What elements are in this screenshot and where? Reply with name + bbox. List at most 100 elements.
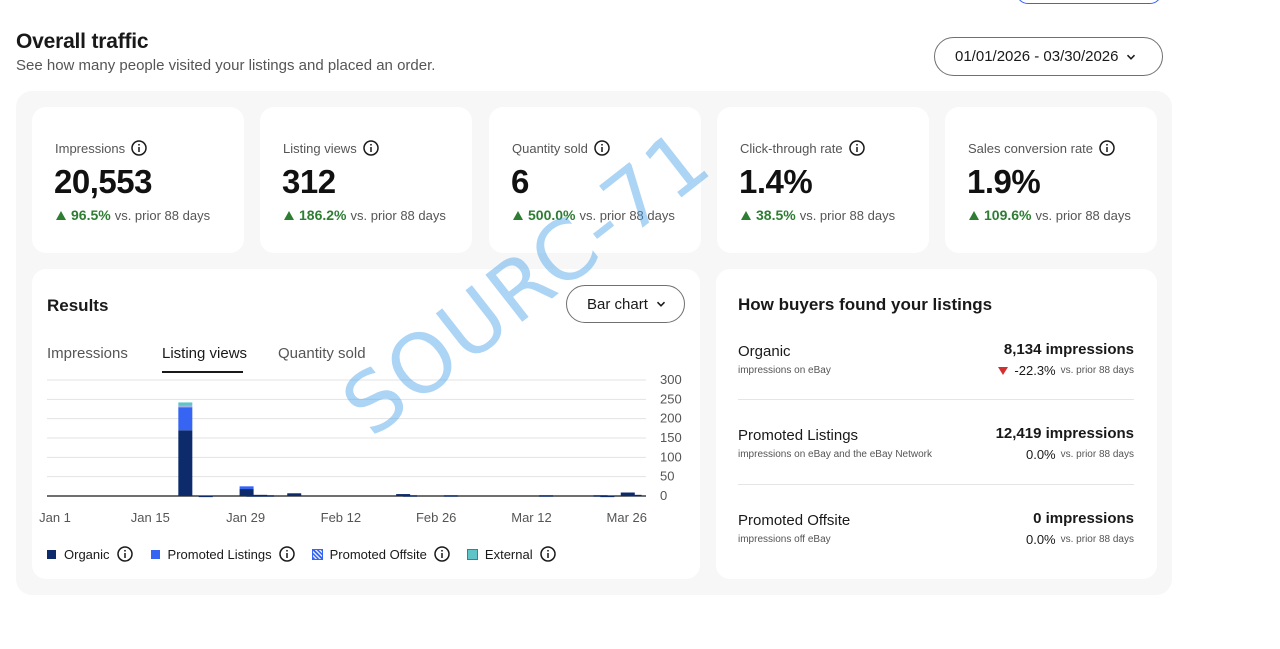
chart-type-label: Bar chart: [587, 295, 648, 313]
legend-swatch: [47, 549, 56, 559]
metric-card-click-through-rate: Click-through rate 1.4% 38.5% vs. prior …: [717, 107, 929, 253]
arrow-up-icon: [56, 210, 66, 220]
bar-segment[interactable]: [443, 495, 458, 497]
bar-segment[interactable]: [539, 495, 554, 497]
page-subtitle: See how many people visited your listing…: [16, 57, 436, 74]
tab-listing-views[interactable]: Listing views: [162, 345, 247, 362]
legend-swatch: [150, 549, 160, 559]
arrow-up-icon: [513, 210, 523, 220]
y-tick-label: 100: [660, 449, 682, 464]
metric-value: 6: [511, 163, 529, 200]
info-icon[interactable]: [278, 546, 295, 562]
metric-label: Click-through rate: [740, 140, 843, 156]
bar-segment[interactable]: [402, 495, 417, 497]
y-tick-label: 250: [660, 391, 682, 406]
source-name: Organic: [738, 343, 791, 360]
metric-compare: vs. prior 88 days: [1035, 207, 1131, 223]
legend-label: Promoted Offsite: [329, 546, 427, 562]
info-icon[interactable]: [539, 546, 556, 562]
metric-change-pct: 186.2%: [299, 207, 347, 223]
arrow-up-icon: [741, 210, 751, 220]
date-range-label: 01/01/2026 - 03/30/2026: [955, 48, 1119, 65]
source-impressions: 0 impressions: [1033, 510, 1134, 527]
tab-quantity-sold[interactable]: Quantity sold: [278, 345, 366, 362]
metric-compare: vs. prior 88 days: [799, 207, 896, 223]
x-tick-label: Jan 15: [131, 510, 170, 525]
x-tick-label: Mar 12: [511, 510, 551, 525]
bar-segment[interactable]: [287, 493, 302, 496]
bar-segment[interactable]: [627, 494, 642, 497]
metric-change: 109.6% vs. prior 88 days: [969, 207, 1131, 223]
bar-segment[interactable]: [239, 486, 254, 490]
metric-change-pct: 38.5%: [756, 207, 796, 223]
divider: [738, 484, 1134, 485]
metric-change-pct: 96.5%: [71, 207, 111, 223]
y-tick-label: 300: [660, 372, 682, 387]
metric-compare: vs. prior 88 days: [114, 207, 211, 223]
page-title: Overall traffic: [16, 30, 149, 53]
source-change: 0.0% vs. prior 88 days: [1026, 532, 1134, 547]
legend-item-promoted-listings[interactable]: Promoted Listings: [150, 546, 295, 562]
results-card: Results Bar chart Impressions Listing vi…: [32, 269, 700, 579]
legend-label: Organic: [64, 546, 110, 562]
metric-label: Sales conversion rate: [968, 140, 1094, 156]
tab-impressions[interactable]: Impressions: [47, 345, 128, 362]
source-compare: vs. prior 88 days: [1060, 534, 1134, 545]
info-icon[interactable]: [848, 140, 865, 156]
info-icon[interactable]: [116, 546, 133, 562]
info-icon[interactable]: [434, 546, 450, 562]
bar-segment[interactable]: [178, 430, 193, 496]
top-action-button[interactable]: [1016, 0, 1162, 4]
metric-card-sales-conversion-rate: Sales conversion rate 1.9% 109.6% vs. pr…: [945, 107, 1157, 253]
source-change: 0.0% vs. prior 88 days: [1026, 447, 1134, 462]
y-tick-label: 50: [660, 469, 674, 484]
info-icon[interactable]: [1099, 140, 1115, 156]
x-tick-label: Feb 12: [321, 510, 361, 525]
source-compare: vs. prior 88 days: [1060, 365, 1134, 376]
metric-card-impressions: Impressions 20,553 96.5% vs. prior 88 da…: [32, 107, 244, 253]
metric-compare: vs. prior 88 days: [579, 207, 675, 223]
source-impressions: 12,419 impressions: [995, 425, 1134, 442]
legend-item-promoted-offsite[interactable]: Promoted Offsite: [311, 546, 450, 562]
source-name: Promoted Listings: [738, 427, 859, 444]
x-tick-label: Feb 26: [416, 510, 456, 525]
legend-item-organic[interactable]: Organic: [47, 546, 133, 562]
metric-value: 1.4%: [739, 163, 813, 200]
date-range-button[interactable]: 01/01/2026 - 03/30/2026: [934, 37, 1163, 76]
bar-segment[interactable]: [178, 405, 193, 408]
chart-legend: Organic Promoted Listings Promoted Offsi…: [47, 546, 574, 562]
bar-segment[interactable]: [260, 495, 275, 497]
metric-card-listing-views: Listing views 312 186.2% vs. prior 88 da…: [260, 107, 472, 253]
legend-swatch: [466, 548, 478, 560]
metric-label: Quantity sold: [512, 140, 588, 156]
arrow-up-icon: [284, 210, 294, 220]
y-tick-label: 150: [660, 430, 682, 445]
legend-swatch: [311, 548, 323, 560]
source-row-promoted-offsite: Promoted Offsite impressions off eBay 0 …: [738, 510, 1134, 596]
source-change-value: -22.3%: [1014, 363, 1056, 378]
info-icon[interactable]: [594, 140, 610, 156]
metric-change: 500.0% vs. prior 88 days: [513, 207, 675, 223]
info-icon[interactable]: [131, 140, 147, 156]
legend-label: External: [484, 546, 533, 562]
y-tick-label: 200: [660, 411, 682, 426]
chart-type-dropdown[interactable]: Bar chart: [566, 285, 685, 323]
source-change: -22.3% vs. prior 88 days: [998, 363, 1134, 378]
source-impressions: 8,134 impressions: [1003, 341, 1134, 358]
metric-value: 20,553: [54, 163, 152, 200]
source-desc: impressions on eBay: [738, 365, 831, 376]
bar-segment[interactable]: [198, 495, 213, 498]
bar-segment[interactable]: [178, 407, 193, 431]
legend-item-external[interactable]: External: [466, 546, 556, 562]
info-icon[interactable]: [362, 140, 379, 156]
chevron-down-icon: [656, 301, 665, 307]
arrow-up-icon: [969, 210, 979, 220]
metric-card-quantity-sold: Quantity sold 6 500.0% vs. prior 88 days: [489, 107, 701, 253]
metric-label: Impressions: [55, 140, 126, 156]
bar-segment[interactable]: [178, 402, 193, 406]
y-tick-label: 0: [660, 488, 667, 503]
bar-segment[interactable]: [600, 495, 615, 498]
bar-segment[interactable]: [239, 489, 254, 496]
x-tick-label: Jan 29: [226, 510, 265, 525]
source-compare: vs. prior 88 days: [1060, 449, 1134, 460]
